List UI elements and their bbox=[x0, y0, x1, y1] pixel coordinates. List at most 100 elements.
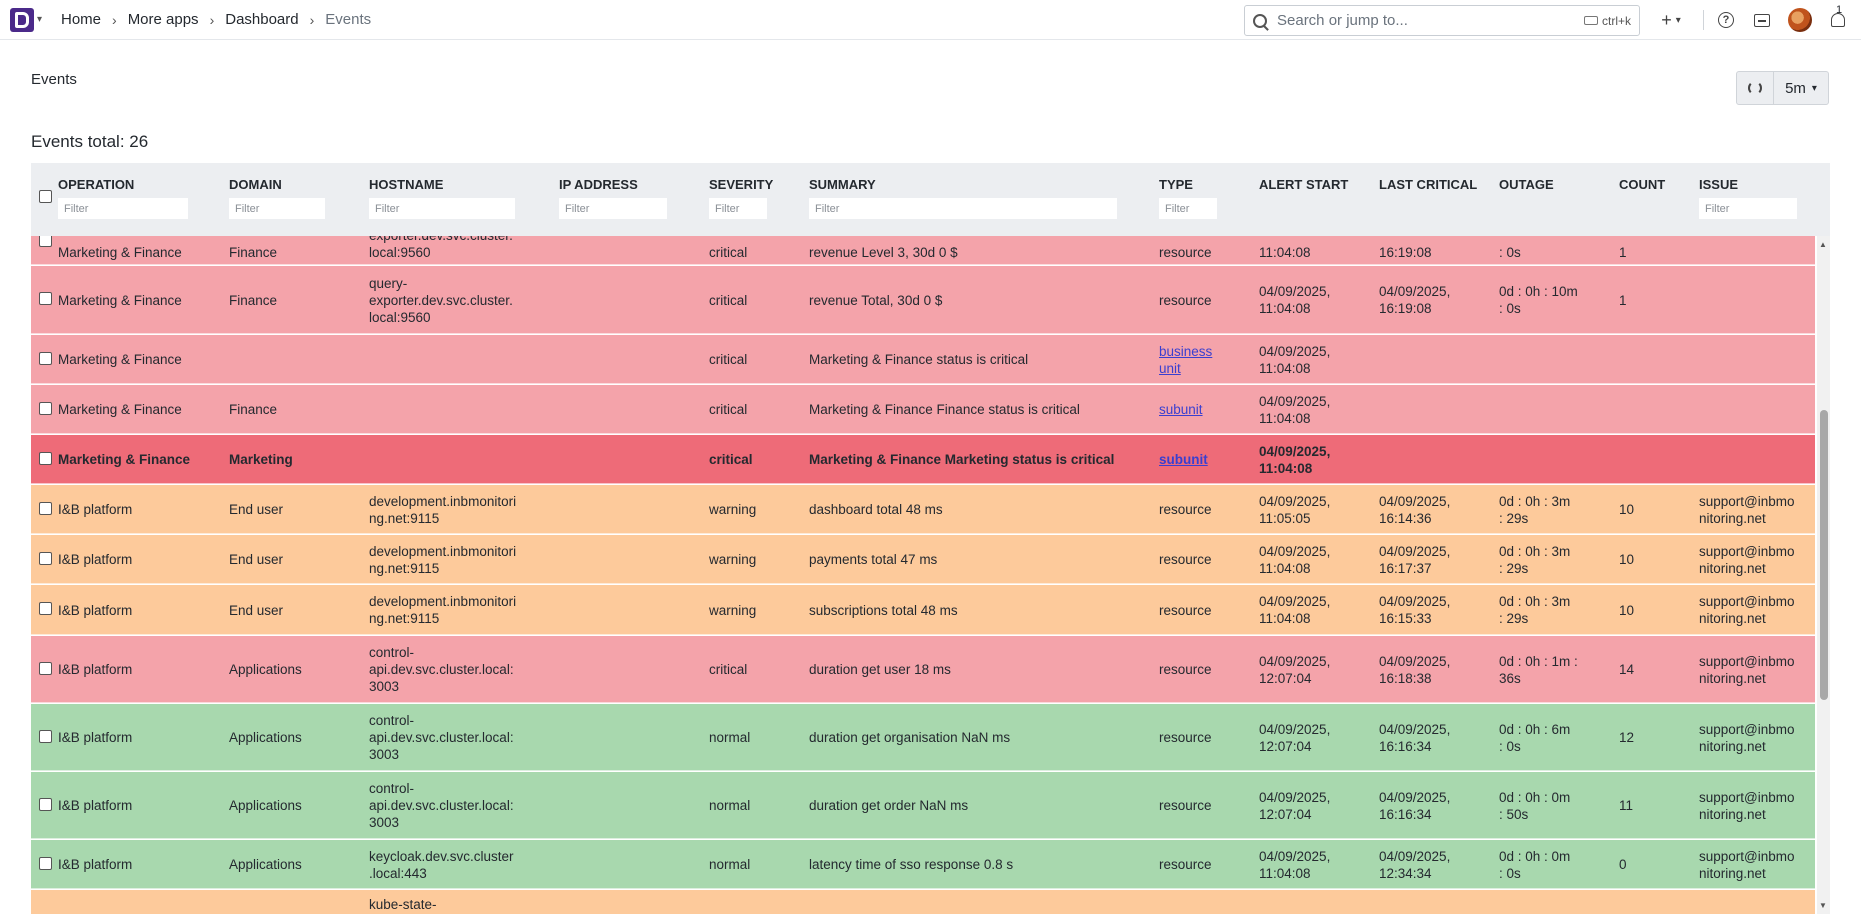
cell-hostname: exporter.dev.svc.cluster. local:9560 bbox=[369, 236, 513, 260]
cell-last-critical: 04/09/2025, 16:15:33 bbox=[1379, 594, 1451, 626]
cell-severity: warning bbox=[709, 602, 757, 618]
refresh-interval-dropdown[interactable]: 5m ▾ bbox=[1774, 72, 1828, 104]
cell-issue: support@inbmo nitoring.net bbox=[1699, 848, 1795, 881]
table-row[interactable]: kube-state- bbox=[31, 890, 1815, 914]
row-checkbox[interactable] bbox=[39, 451, 52, 465]
shortcut-label: ctrl+k bbox=[1601, 13, 1631, 28]
cell-summary: duration get organisation NaN ms bbox=[809, 730, 1011, 745]
refresh-button[interactable] bbox=[1737, 72, 1774, 104]
table-body: Marketing & Finance Finance exporter.dev.s… bbox=[31, 236, 1815, 914]
filter-domain-input[interactable] bbox=[229, 198, 325, 219]
cell-count: 0 bbox=[1619, 857, 1627, 872]
cell-alert-start: 04/09/2025, 12:07:04 bbox=[1259, 653, 1331, 686]
cell-alert-start: 04/09/2025, 11:05:05 bbox=[1259, 493, 1331, 526]
refresh-interval-label: 5m bbox=[1785, 79, 1806, 97]
table-row[interactable]: Marketing & Finance critical Marketing & F… bbox=[31, 335, 1815, 384]
row-checkbox[interactable] bbox=[39, 551, 52, 565]
search-box[interactable]: ctrl+k bbox=[1244, 5, 1640, 36]
vertical-scrollbar[interactable]: ▲ ▼ bbox=[1817, 236, 1830, 914]
row-checkbox[interactable] bbox=[39, 351, 52, 365]
help-button[interactable]: ? bbox=[1714, 8, 1738, 32]
filter-hostname-input[interactable] bbox=[369, 198, 515, 219]
table-row[interactable]: I&B platform Applications keycloak.dev.svc… bbox=[31, 840, 1815, 889]
cell-domain: Finance bbox=[229, 402, 278, 417]
row-checkbox[interactable] bbox=[39, 661, 52, 675]
row-checkbox[interactable] bbox=[39, 797, 52, 811]
row-checkbox[interactable] bbox=[39, 856, 52, 870]
cell-count: 1 bbox=[1619, 245, 1627, 260]
cell-domain: Applications bbox=[229, 857, 302, 872]
table-row[interactable]: Marketing & Finance Finance critical Market… bbox=[31, 385, 1815, 434]
cell-type[interactable]: subunit bbox=[1159, 451, 1249, 468]
row-checkbox[interactable] bbox=[39, 729, 52, 743]
cell-domain: End user bbox=[229, 552, 284, 567]
cell-severity: warning bbox=[709, 552, 757, 567]
cell-outage: 0d : 0h : 10m : 0s bbox=[1499, 284, 1578, 316]
column-header-operation[interactable]: OPERATION bbox=[58, 177, 134, 192]
filter-issue-input[interactable] bbox=[1699, 198, 1797, 219]
chevron-down-icon[interactable]: ▾ bbox=[37, 14, 42, 25]
cell-type[interactable]: business unit bbox=[1159, 343, 1249, 377]
cell-operation: I&B platform bbox=[58, 857, 133, 872]
search-input[interactable] bbox=[1277, 12, 1584, 29]
column-header-last-critical[interactable]: LAST CRITICAL bbox=[1379, 177, 1477, 192]
breadcrumb-dashboard[interactable]: Dashboard bbox=[225, 11, 298, 28]
filter-ip-input[interactable] bbox=[559, 198, 667, 219]
row-checkbox[interactable] bbox=[39, 292, 52, 305]
avatar bbox=[1788, 8, 1812, 32]
table-row[interactable]: I&B platform Applications control- api.dev… bbox=[31, 704, 1815, 771]
cell-hostname: kube-state- bbox=[369, 897, 437, 912]
select-all-checkbox[interactable] bbox=[39, 190, 52, 203]
column-header-ip-address[interactable]: IP ADDRESS bbox=[559, 177, 638, 192]
table-row[interactable]: I&B platform End user development.inbmonit… bbox=[31, 535, 1815, 584]
filter-summary-input[interactable] bbox=[809, 198, 1117, 219]
cell-last-critical: 04/09/2025, 16:16:34 bbox=[1379, 789, 1451, 822]
cell-hostname: keycloak.dev.svc.cluster .local:443 bbox=[369, 848, 514, 881]
app-logo[interactable] bbox=[10, 8, 34, 32]
cell-operation: Marketing & Finance bbox=[58, 292, 182, 308]
table-row[interactable]: I&B platform End user development.inbmonit… bbox=[31, 585, 1815, 635]
user-menu-button[interactable] bbox=[1788, 8, 1812, 32]
column-header-severity[interactable]: SEVERITY bbox=[709, 177, 773, 192]
column-header-type[interactable]: TYPE bbox=[1159, 177, 1193, 192]
column-header-domain[interactable]: DOMAIN bbox=[229, 177, 282, 192]
table-row[interactable]: I&B platform End user development.inbmonit… bbox=[31, 485, 1815, 534]
row-checkbox[interactable] bbox=[39, 236, 52, 247]
filter-severity-input[interactable] bbox=[709, 198, 767, 219]
column-header-hostname[interactable]: HOSTNAME bbox=[369, 177, 443, 192]
filter-type-input[interactable] bbox=[1159, 198, 1217, 219]
scroll-down-icon[interactable]: ▼ bbox=[1819, 901, 1827, 910]
table-row[interactable]: Marketing & Finance Finance exporter.dev.s… bbox=[31, 236, 1815, 265]
filter-operation-input[interactable] bbox=[58, 198, 188, 219]
breadcrumb: Home › More apps › Dashboard › Events bbox=[61, 11, 371, 28]
breadcrumb-more-apps[interactable]: More apps bbox=[128, 11, 199, 28]
cell-summary: payments total 47 ms bbox=[809, 552, 938, 567]
cell-operation: I&B platform bbox=[58, 798, 133, 813]
cell-type: resource bbox=[1159, 798, 1212, 813]
cell-outage: 0d : 0h : 0m : 0s bbox=[1499, 848, 1571, 881]
add-new-button[interactable]: + ▾ bbox=[1654, 8, 1688, 32]
column-header-alert-start[interactable]: ALERT START bbox=[1259, 177, 1348, 192]
table-row[interactable]: I&B platform Applications control- api.dev… bbox=[31, 636, 1815, 703]
cell-domain: End user bbox=[229, 502, 284, 517]
breadcrumb-home[interactable]: Home bbox=[61, 11, 101, 28]
cell-severity: warning bbox=[709, 502, 757, 517]
table-row[interactable]: Marketing & Finance Marketing critical Mark… bbox=[31, 435, 1815, 484]
column-header-count[interactable]: COUNT bbox=[1619, 177, 1665, 192]
column-header-summary[interactable]: SUMMARY bbox=[809, 177, 876, 192]
events-total: Events total: 26 bbox=[31, 132, 149, 151]
scroll-up-icon[interactable]: ▲ bbox=[1819, 240, 1827, 249]
table-row[interactable]: Marketing & Finance Finance query- exporte… bbox=[31, 266, 1815, 334]
row-checkbox[interactable] bbox=[39, 602, 52, 615]
cell-issue: support@inbmo nitoring.net bbox=[1699, 721, 1795, 754]
kiosk-button[interactable] bbox=[1750, 8, 1774, 32]
table-row[interactable]: I&B platform Applications control- api.dev… bbox=[31, 772, 1815, 839]
row-checkbox[interactable] bbox=[39, 401, 52, 415]
column-header-outage[interactable]: OUTAGE bbox=[1499, 177, 1554, 192]
column-header-issue[interactable]: ISSUE bbox=[1699, 177, 1738, 192]
scrollbar-thumb[interactable] bbox=[1820, 410, 1828, 700]
cell-severity: critical bbox=[709, 245, 748, 260]
row-checkbox[interactable] bbox=[39, 501, 52, 515]
refresh-icon bbox=[1748, 81, 1762, 95]
cell-type[interactable]: subunit bbox=[1159, 401, 1249, 418]
